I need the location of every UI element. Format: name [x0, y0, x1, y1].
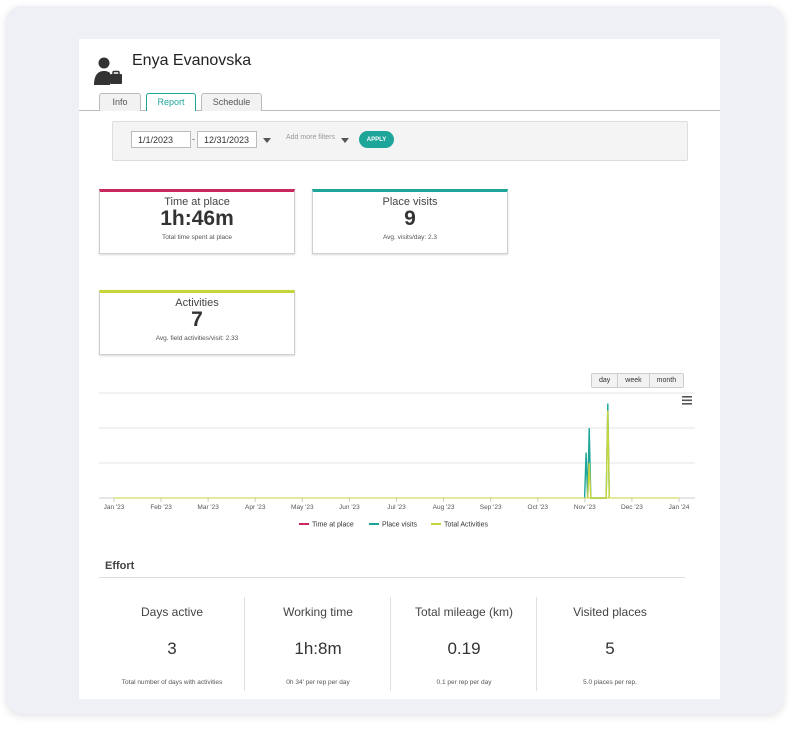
chart-x-axis: Jan '23 Feb '23 Mar '23 Apr '23 May '23 Jun '… — [104, 498, 690, 511]
filter-bar: - Add more filters APPLY — [112, 121, 688, 161]
x-tick-label: May '23 — [291, 504, 314, 511]
activities-card: Activities 7 Avg. field activities/visit… — [99, 290, 295, 355]
tab-report[interactable]: Report — [146, 93, 196, 112]
chart-series — [114, 403, 679, 499]
tab-bar: Info Report Schedule — [79, 93, 720, 112]
legend-label[interactable]: Time at place — [312, 522, 354, 529]
activity-chart: Jan '23 Feb '23 Mar '23 Apr '23 May '23 Jun '… — [99, 392, 695, 529]
report-content: - Add more filters APPLY Time at place 1… — [79, 111, 720, 699]
place-visits-card: Place visits 9 Avg. visits/day: 2.3 — [312, 189, 508, 254]
stat-title: Total mileage (km) — [414, 605, 514, 619]
legend-label[interactable]: Place visits — [382, 522, 418, 529]
card-value: 7 — [191, 308, 203, 331]
range-day-button[interactable]: day — [592, 374, 619, 387]
x-tick-label: Feb '23 — [150, 504, 172, 511]
card-value: 1h:46m — [160, 207, 234, 230]
effort-stats: Days active 3 Total number of days with … — [99, 595, 685, 695]
x-tick-label: Jan '24 — [669, 504, 690, 511]
stat-subtitle: 0.1 per rep per day — [436, 679, 492, 686]
tab-schedule[interactable]: Schedule — [201, 93, 262, 111]
x-tick-label: Dec '23 — [621, 504, 643, 511]
x-tick-label: Mar '23 — [197, 504, 219, 511]
total-mileage-stat: Total mileage (km) 0.19 0.1 per rep per … — [391, 595, 537, 695]
stat-subtitle: 0h 34' per rep per day — [286, 679, 350, 686]
stat-title: Visited places — [573, 605, 647, 619]
stat-title: Days active — [140, 605, 204, 619]
stat-value: 5 — [605, 639, 615, 658]
person-briefcase-icon — [94, 57, 122, 85]
stat-value: 3 — [167, 639, 177, 658]
x-tick-label: Oct '23 — [528, 504, 549, 511]
card-value: 9 — [404, 207, 416, 230]
hamburger-icon[interactable] — [682, 396, 692, 405]
card-subtitle: Avg. visits/day: 2.3 — [382, 234, 438, 241]
x-tick-label: Jan '23 — [104, 504, 125, 511]
end-date-input[interactable] — [197, 131, 257, 148]
x-tick-label: Aug '23 — [433, 504, 455, 511]
stat-value: 0.19 — [447, 639, 481, 658]
apply-button[interactable]: APPLY — [359, 131, 394, 148]
range-week-button[interactable]: week — [618, 374, 650, 387]
x-tick-label: Jun '23 — [339, 504, 360, 511]
card-subtitle: Avg. field activities/visit: 2.33 — [155, 335, 239, 342]
user-header: Enya Evanovska Info Report Schedule — [79, 39, 720, 112]
chart-grid — [99, 392, 695, 499]
stat-subtitle: 5.0 places per rep. — [583, 679, 637, 686]
stat-value: 1h:8m — [294, 639, 342, 658]
working-time-stat: Working time 1h:8m 0h 34' per rep per da… — [245, 595, 391, 695]
x-tick-label: Jul '23 — [387, 504, 406, 511]
x-tick-label: Sep '23 — [480, 504, 502, 511]
stat-title: Working time — [283, 605, 353, 619]
window-frame: Enya Evanovska Info Report Schedule - Ad… — [6, 6, 784, 714]
visited-places-stat: Visited places 5 5.0 places per rep. — [537, 595, 683, 695]
x-tick-label: Nov '23 — [574, 504, 596, 511]
date-separator: - — [192, 134, 195, 144]
more-filters-dropdown-icon[interactable] — [341, 138, 349, 143]
range-selector: day week month — [591, 373, 685, 388]
date-range-dropdown-icon[interactable] — [263, 138, 271, 143]
effort-section-title: Effort — [99, 554, 685, 578]
range-month-button[interactable]: month — [649, 374, 684, 387]
card-subtitle: Total time spent at place — [161, 234, 233, 241]
tab-info[interactable]: Info — [99, 93, 141, 111]
add-more-filters-link[interactable]: Add more filters — [286, 134, 335, 141]
days-active-stat: Days active 3 Total number of days with … — [99, 595, 245, 695]
time-at-place-card: Time at place 1h:46m Total time spent at… — [99, 189, 295, 254]
chart-legend: Time at place Place visits Total Activitie… — [299, 522, 488, 529]
report-panel: Enya Evanovska Info Report Schedule - Ad… — [79, 39, 720, 699]
stat-subtitle: Total number of days with activities — [121, 679, 223, 686]
legend-label[interactable]: Total Activities — [444, 522, 488, 529]
start-date-input[interactable] — [131, 131, 191, 148]
user-name: Enya Evanovska — [132, 52, 252, 69]
x-tick-label: Apr '23 — [245, 504, 266, 511]
